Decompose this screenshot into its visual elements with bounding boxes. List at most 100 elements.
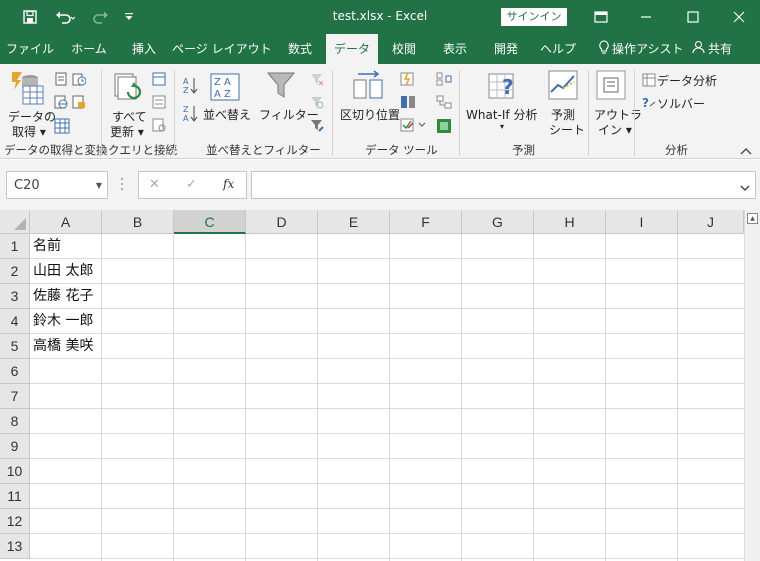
from-text-icon[interactable] <box>54 72 68 89</box>
formula-input[interactable] <box>251 171 756 199</box>
tab-formulas[interactable]: 数式 <box>280 34 320 64</box>
tab-file[interactable]: ファイル <box>4 34 56 64</box>
cell-a3[interactable]: 佐藤 花子 <box>33 284 93 309</box>
solver-label[interactable]: ソルバー <box>657 95 705 112</box>
name-box-dropdown-icon[interactable]: ▼ <box>96 181 102 190</box>
scroll-up-icon[interactable]: ▲ <box>747 213 758 224</box>
maximize-icon[interactable] <box>680 5 706 29</box>
data-model-icon[interactable] <box>436 118 452 137</box>
row-header-12[interactable]: 12 <box>0 509 30 534</box>
column-header-g[interactable]: G <box>462 210 534 234</box>
cell-area[interactable] <box>30 234 744 561</box>
remove-duplicates-icon[interactable] <box>400 95 416 112</box>
redo-icon[interactable] <box>86 7 116 27</box>
data-validation-icon[interactable] <box>400 118 426 135</box>
ribbon-display-options-icon[interactable] <box>588 5 614 29</box>
solver-icon[interactable]: ? <box>642 96 656 113</box>
column-header-i[interactable]: I <box>606 210 678 234</box>
row-header-13[interactable]: 13 <box>0 534 30 559</box>
save-icon[interactable] <box>18 7 42 27</box>
from-web-icon[interactable] <box>54 95 68 112</box>
consolidate-icon[interactable] <box>436 72 452 89</box>
get-data-icon[interactable] <box>10 70 46 109</box>
cell-a1[interactable]: 名前 <box>33 234 61 259</box>
tab-help[interactable]: ヘルプ <box>534 34 582 64</box>
row-header-9[interactable]: 9 <box>0 434 30 459</box>
data-analysis-icon[interactable] <box>642 73 656 90</box>
share-button[interactable]: 共有 <box>692 34 742 64</box>
cell-a5[interactable]: 高橋 美咲 <box>33 334 93 359</box>
name-box[interactable]: C20 ▼ <box>6 171 108 199</box>
signin-button[interactable]: サインイン <box>501 8 567 26</box>
cell-a2[interactable]: 山田 太郎 <box>33 259 93 284</box>
text-to-columns-icon[interactable] <box>352 70 384 105</box>
tab-developer[interactable]: 開発 <box>486 34 526 64</box>
row-header-5[interactable]: 5 <box>0 334 30 359</box>
advanced-filter-icon[interactable] <box>310 118 324 135</box>
close-icon[interactable] <box>726 5 752 29</box>
tab-data[interactable]: データ <box>326 34 378 64</box>
edit-links-icon[interactable] <box>152 118 166 135</box>
row-header-8[interactable]: 8 <box>0 409 30 434</box>
cell-a4[interactable]: 鈴木 一郎 <box>33 309 93 334</box>
clear-filter-icon[interactable] <box>310 72 324 89</box>
column-header-d[interactable]: D <box>246 210 318 234</box>
recent-sources-icon[interactable] <box>72 72 87 89</box>
tab-tell-me[interactable]: 操作アシスト <box>598 34 684 64</box>
existing-connections-icon[interactable] <box>72 95 86 112</box>
cancel-icon[interactable]: ✕ <box>149 177 160 192</box>
row-header-1[interactable]: 1 <box>0 234 30 259</box>
customize-qat-icon[interactable] <box>120 7 138 27</box>
outline-label-2[interactable]: イン ▾ <box>598 121 632 138</box>
column-header-a[interactable]: A <box>30 210 102 234</box>
tab-insert[interactable]: 挿入 <box>122 34 166 64</box>
row-header-7[interactable]: 7 <box>0 384 30 409</box>
row-header-6[interactable]: 6 <box>0 359 30 384</box>
sort-descending-icon[interactable]: ZA <box>182 104 198 127</box>
column-header-f[interactable]: F <box>390 210 462 234</box>
vertical-scrollbar[interactable]: ▲ <box>744 210 760 561</box>
column-header-e[interactable]: E <box>318 210 390 234</box>
forecast-sheet-icon[interactable] <box>548 70 578 103</box>
row-header-3[interactable]: 3 <box>0 284 30 309</box>
row-header-4[interactable]: 4 <box>0 309 30 334</box>
refresh-all-label-2[interactable]: 更新 ▾ <box>110 123 144 140</box>
queries-connections-icon[interactable] <box>152 72 166 89</box>
sort-label[interactable]: 並べ替え <box>203 106 251 123</box>
tab-view[interactable]: 表示 <box>434 34 476 64</box>
text-to-columns-label[interactable]: 区切り位置 <box>340 106 400 123</box>
tab-review[interactable]: 校閲 <box>384 34 424 64</box>
column-header-h[interactable]: H <box>534 210 606 234</box>
get-data-label-2[interactable]: 取得 ▾ <box>12 123 46 140</box>
row-header-11[interactable]: 11 <box>0 484 30 509</box>
relationships-icon[interactable] <box>436 95 452 112</box>
refresh-all-icon[interactable] <box>112 72 144 107</box>
what-if-label[interactable]: What-If 分析 <box>466 106 537 123</box>
tab-page-layout[interactable]: ページ レイアウト <box>172 34 272 64</box>
sort-icon[interactable]: Z AA Z <box>210 73 240 104</box>
minimize-icon[interactable] <box>633 5 659 29</box>
what-if-icon[interactable]: ? <box>488 70 518 105</box>
outline-icon[interactable] <box>596 70 626 103</box>
row-header-2[interactable]: 2 <box>0 259 30 284</box>
expand-formula-icon[interactable] <box>740 181 750 195</box>
column-header-b[interactable]: B <box>102 210 174 234</box>
flash-fill-icon[interactable] <box>400 72 416 89</box>
row-header-10[interactable]: 10 <box>0 459 30 484</box>
tab-home[interactable]: ホーム <box>62 34 116 64</box>
reapply-icon[interactable] <box>310 95 324 112</box>
select-all-corner[interactable] <box>0 210 30 234</box>
filter-icon[interactable] <box>266 70 296 103</box>
collapse-ribbon-icon[interactable] <box>740 144 752 158</box>
forecast-sheet-label-2[interactable]: シート <box>549 121 585 138</box>
undo-icon[interactable] <box>50 7 80 27</box>
data-analysis-label[interactable]: データ分析 <box>657 72 717 89</box>
from-table-icon[interactable] <box>54 118 70 137</box>
properties-icon[interactable] <box>152 95 166 112</box>
column-header-c[interactable]: C <box>174 210 246 234</box>
enter-icon[interactable]: ✓ <box>186 177 197 192</box>
sort-ascending-icon[interactable]: AZ <box>182 76 198 99</box>
insert-function-icon[interactable]: fx <box>223 177 234 191</box>
column-header-j[interactable]: J <box>678 210 744 234</box>
what-if-dropdown-icon[interactable]: ▾ <box>500 122 504 131</box>
